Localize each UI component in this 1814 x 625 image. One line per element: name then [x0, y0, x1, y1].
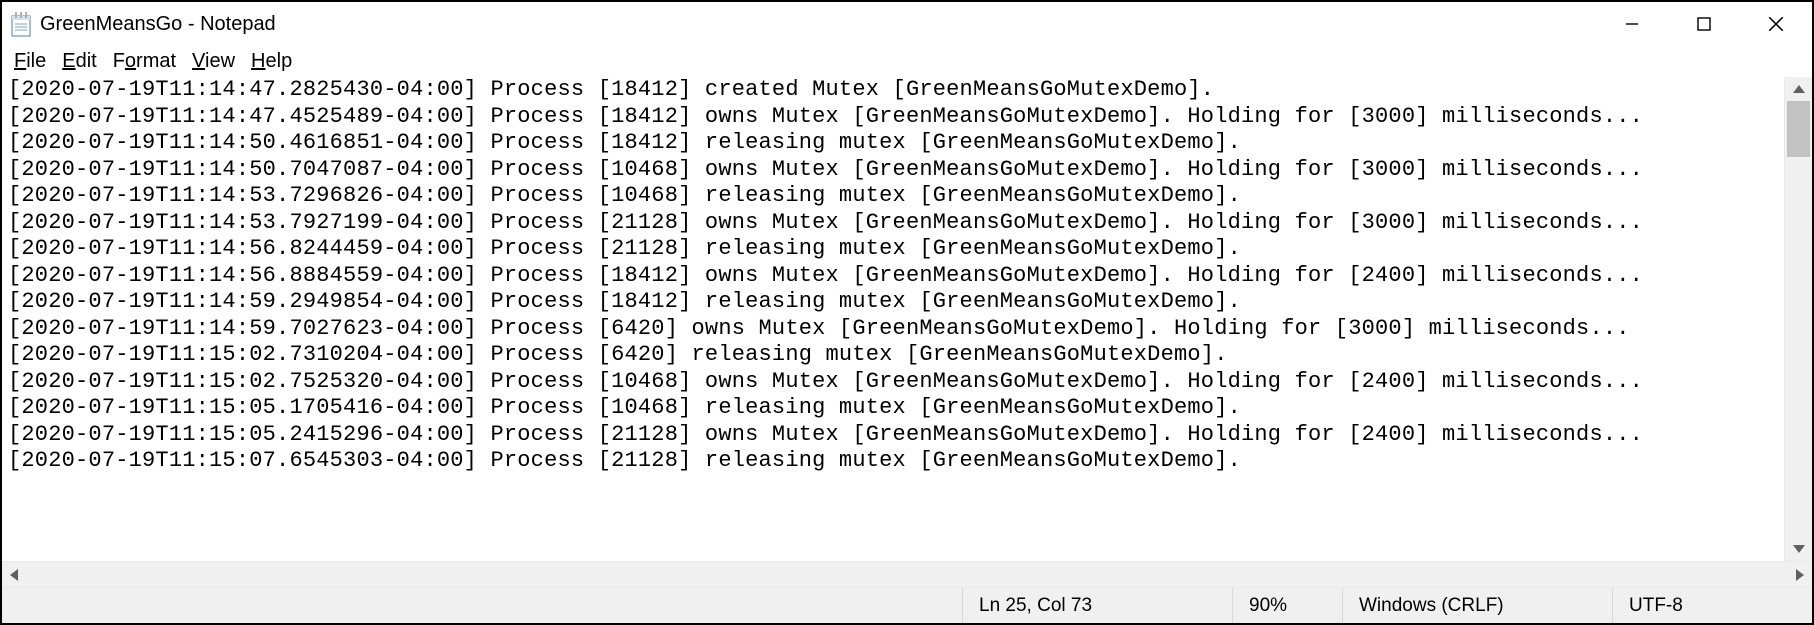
maximize-button[interactable] [1668, 2, 1740, 46]
scroll-left-button[interactable] [2, 562, 26, 587]
menu-view-rest: iew [205, 50, 235, 72]
menu-bar: File Edit Format View Help [2, 46, 1812, 76]
menu-format[interactable]: Format [107, 50, 182, 73]
status-zoom: 90% [1232, 588, 1342, 623]
menu-edit-rest: dit [76, 50, 97, 72]
window-title: GreenMeansGo - Notepad [40, 13, 276, 36]
status-encoding: UTF-8 [1612, 588, 1812, 623]
notepad-icon [8, 10, 36, 38]
scroll-up-button[interactable] [1785, 77, 1812, 101]
menu-file-rest: ile [26, 50, 46, 72]
vertical-scrollbar[interactable] [1784, 77, 1812, 561]
scroll-down-button[interactable] [1785, 537, 1812, 561]
window-controls [1596, 2, 1812, 46]
status-bar: Ln 25, Col 73 90% Windows (CRLF) UTF-8 [2, 587, 1812, 623]
minimize-button[interactable] [1596, 2, 1668, 46]
content-area: [2020-07-19T11:14:47.2825430-04:00] Proc… [2, 76, 1812, 561]
scroll-right-button[interactable] [1788, 562, 1812, 587]
title-bar: GreenMeansGo - Notepad [2, 2, 1812, 46]
menu-help-rest: elp [266, 50, 293, 72]
menu-format-rest: rmat [136, 50, 176, 72]
menu-view[interactable]: View [186, 50, 241, 73]
menu-edit[interactable]: Edit [56, 50, 102, 73]
menu-help[interactable]: Help [245, 50, 298, 73]
text-editor[interactable]: [2020-07-19T11:14:47.2825430-04:00] Proc… [2, 77, 1784, 561]
status-position: Ln 25, Col 73 [962, 588, 1232, 623]
status-line-ending: Windows (CRLF) [1342, 588, 1612, 623]
menu-file[interactable]: File [8, 50, 52, 73]
close-button[interactable] [1740, 2, 1812, 46]
horizontal-scrollbar[interactable] [2, 561, 1812, 587]
scroll-thumb[interactable] [1787, 101, 1810, 157]
